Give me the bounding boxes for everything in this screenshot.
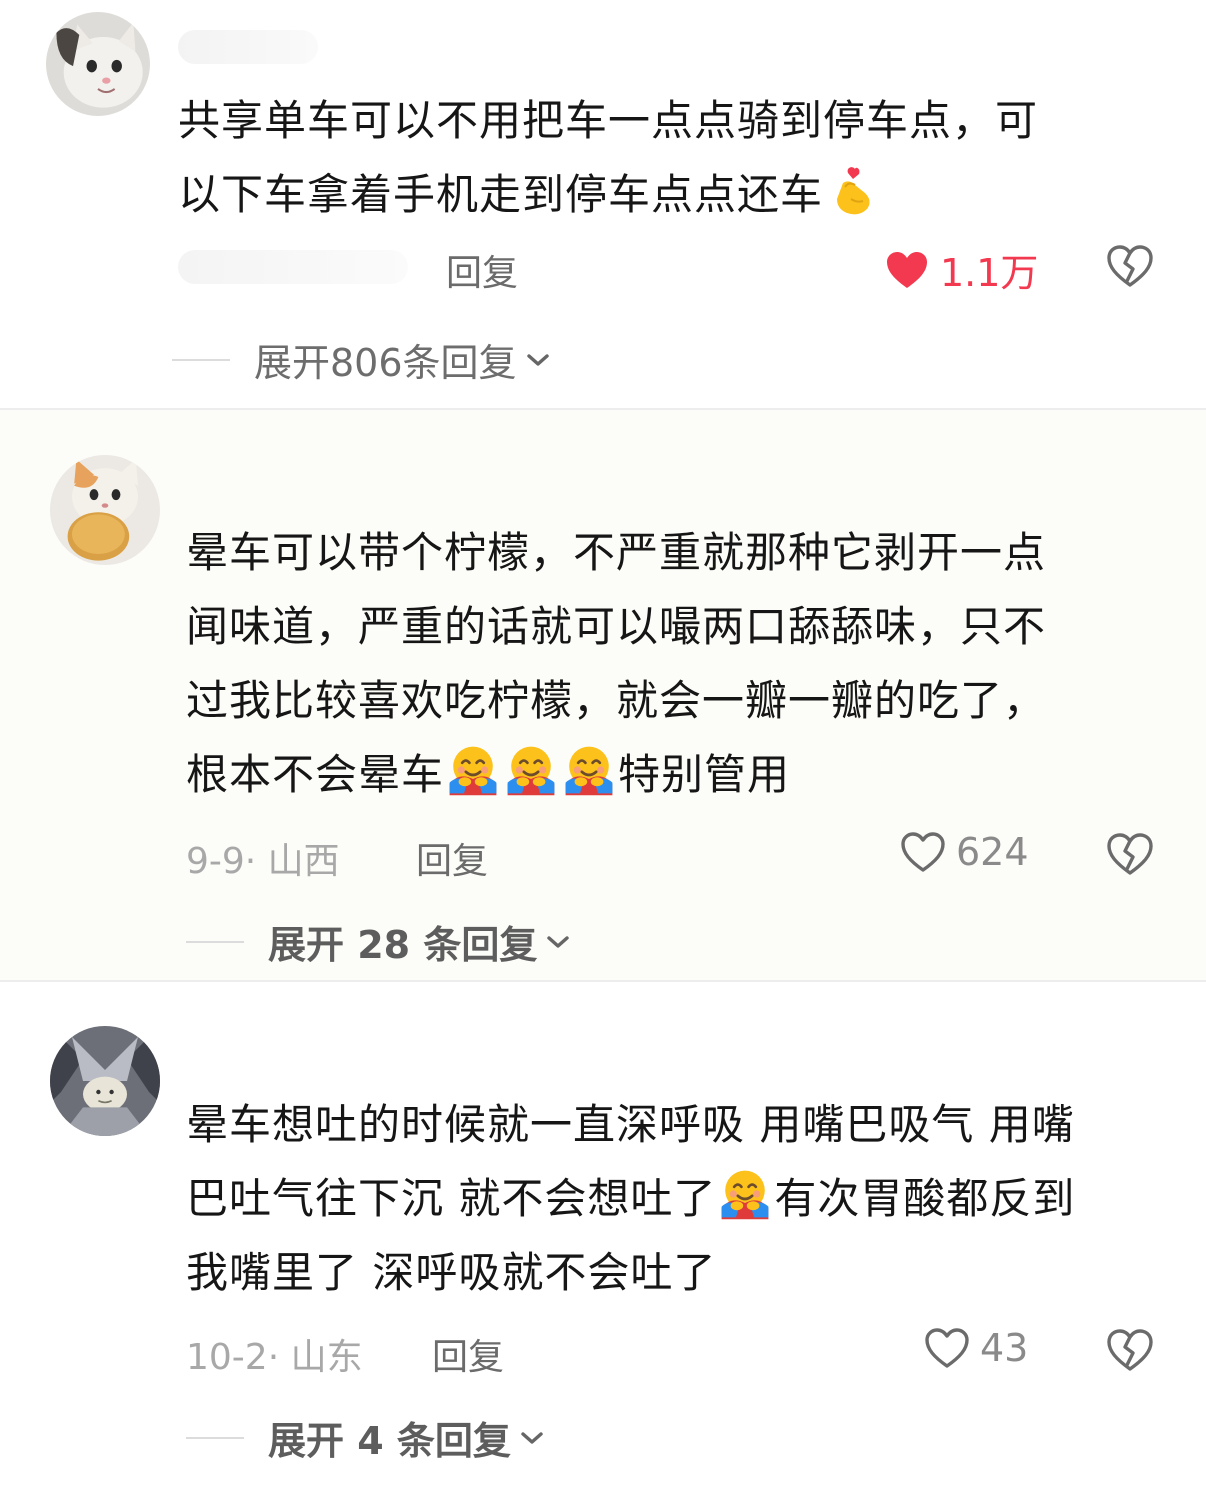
like-count: 624 — [956, 830, 1029, 874]
like-count: 1.1万 — [940, 251, 1039, 295]
hugging-face-emoji-icon — [446, 743, 500, 797]
username-blurred[interactable] — [178, 30, 318, 64]
divider-line — [172, 358, 230, 361]
avatar[interactable] — [50, 1026, 160, 1136]
avatar-character-icon — [50, 1026, 160, 1136]
reply-button[interactable]: 回复 — [446, 244, 518, 296]
finger-heart-emoji-icon — [825, 163, 879, 217]
reply-button[interactable]: 回复 — [432, 1328, 504, 1380]
avatar-cat-icon — [50, 455, 160, 565]
heart-filled-icon — [887, 251, 927, 288]
broken-heart-icon — [1106, 244, 1154, 288]
hugging-face-emoji-icon — [504, 743, 558, 797]
reply-button[interactable]: 回复 — [416, 832, 488, 884]
comment-text: 共享单车可以不用把车一点点骑到停车点，可 以下车拿着手机走到停车点点还车 — [178, 96, 1039, 219]
meta-blurred — [178, 250, 408, 284]
comment-text: 晕车可以带个柠檬，不严重就那种它剥开一点 闻味道，严重的话就可以嘬两口舔舔味，只… — [186, 528, 1047, 799]
dislike-button[interactable] — [1106, 1328, 1154, 1372]
chevron-down-icon — [519, 1429, 545, 1447]
hugging-face-emoji-icon — [562, 743, 616, 797]
comment-item: 共享单车可以不用把车一点点骑到停车点，可 以下车拿着手机走到停车点点还车 回复 … — [0, 0, 1206, 408]
like-button[interactable]: 43 — [924, 1326, 1028, 1370]
comment-meta: 10-2· 山东 — [186, 1337, 363, 1378]
comment-item: 晕车想吐的时候就一直深呼吸 用嘴巴吸气 用嘴 巴吐气往下沉 就不会想吐了 有次胃酸… — [0, 982, 1206, 1511]
avatar[interactable] — [46, 12, 150, 116]
like-count: 43 — [980, 1326, 1029, 1370]
avatar-cat-icon — [46, 12, 150, 116]
expand-replies-button[interactable]: 展开 4 条回复 — [186, 1410, 545, 1465]
like-button[interactable]: 1.1万 — [884, 242, 1038, 297]
divider-line — [186, 940, 244, 943]
avatar[interactable] — [50, 455, 160, 565]
expand-replies-button[interactable]: 展开 28 条回复 — [186, 914, 571, 969]
hugging-face-emoji-icon — [718, 1167, 772, 1221]
dislike-button[interactable] — [1106, 244, 1154, 288]
broken-heart-icon — [1106, 832, 1154, 876]
heart-outline-icon — [900, 831, 946, 873]
divider-line — [186, 1436, 244, 1439]
comment-item: 晕车可以带个柠檬，不严重就那种它剥开一点 闻味道，严重的话就可以嘬两口舔舔味，只… — [0, 410, 1206, 980]
chevron-down-icon — [545, 933, 571, 951]
like-button[interactable]: 624 — [900, 830, 1029, 874]
broken-heart-icon — [1106, 1328, 1154, 1372]
comment-text: 晕车想吐的时候就一直深呼吸 用嘴巴吸气 用嘴 巴吐气往下沉 就不会想吐了 有次胃酸… — [186, 1100, 1076, 1297]
expand-replies-button[interactable]: 展开806条回复 — [172, 332, 551, 387]
comment-meta: 9-9· 山西 — [186, 841, 340, 882]
chevron-down-icon — [525, 351, 551, 369]
heart-outline-icon — [924, 1327, 970, 1369]
dislike-button[interactable] — [1106, 832, 1154, 876]
